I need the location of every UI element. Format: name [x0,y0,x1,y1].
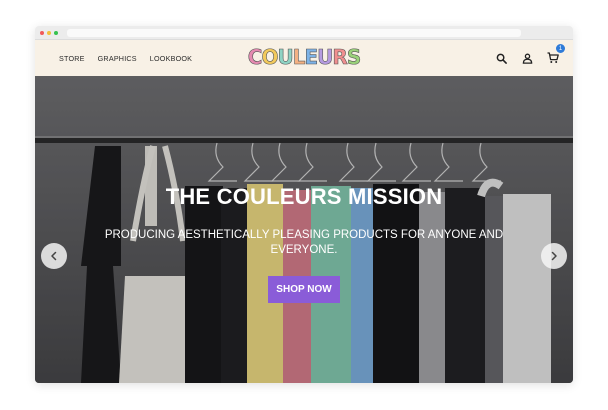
logo-letter: C [247,45,262,70]
search-icon[interactable] [495,52,507,64]
chevron-left-icon [51,251,57,261]
logo-letter: S [346,45,362,70]
logo-letter: U [317,45,334,70]
minimize-window-dot[interactable] [47,31,51,35]
close-window-dot[interactable] [40,31,44,35]
hero-banner: THE COULEURS MISSION PRODUCING AESTHETIC… [35,76,573,383]
maximize-window-dot[interactable] [54,31,58,35]
logo-letter: R [332,45,348,70]
cart-icon[interactable]: 1 [547,44,565,64]
site-header: STORE GRAPHICS LOOKBOOK C O U L E U R S [35,40,573,76]
header-icons: 1 [495,40,565,76]
logo-letter: L [292,45,305,70]
browser-window: STORE GRAPHICS LOOKBOOK C O U L E U R S [35,26,573,383]
logo-letter: O [261,45,279,70]
nav-graphics[interactable]: GRAPHICS [98,54,137,63]
hero-title: THE COULEURS MISSION [165,184,443,209]
user-icon[interactable] [521,52,533,64]
browser-chrome [35,26,573,40]
brand-logo[interactable]: C O U L E U R S [247,45,362,70]
carousel-next-button[interactable] [541,243,567,269]
carousel-prev-button[interactable] [41,243,67,269]
nav-store[interactable]: STORE [59,54,85,63]
logo-letter: E [304,45,318,70]
logo-letter: U [277,45,294,70]
chevron-right-icon [551,251,557,261]
hero-subtitle: PRODUCING AESTHETICALLY PLEASING PRODUCT… [104,229,504,256]
address-bar[interactable] [67,29,521,37]
shop-now-button[interactable]: SHOP NOW [268,276,340,303]
nav-lookbook[interactable]: LOOKBOOK [150,54,192,63]
cart-count-badge: 1 [556,44,565,53]
main-nav: STORE GRAPHICS LOOKBOOK [59,54,192,63]
